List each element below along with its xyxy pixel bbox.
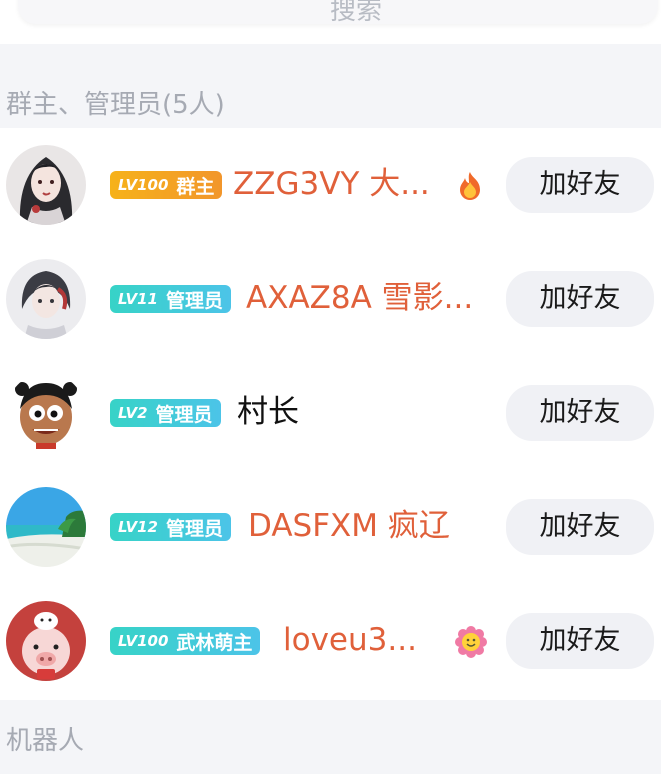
member-list: LV100 群主 ZZG3VY 大... 加好友 LV11 管理员 AXAZ8A… [0,128,661,700]
member-name: loveu3... [283,622,417,658]
level-badge: LV100 群主 [110,171,223,199]
role-label: 群主 [176,175,215,198]
avatar[interactable] [6,373,86,453]
section-title-admins: 群主、管理员(5人) [6,90,225,120]
add-friend-button[interactable]: 加好友 [506,271,654,327]
smiley-flower-icon [455,626,487,658]
role-label: 管理员 [165,517,223,540]
section-title-bots: 机器人 [6,726,85,756]
add-friend-button[interactable]: 加好友 [506,157,654,213]
search-label: 搜索 [330,0,383,26]
role-label: 武林萌主 [176,631,253,654]
member-row[interactable]: LV2 管理员 村长 加好友 [0,356,661,470]
member-name: AXAZ8A 雪影... [246,280,474,316]
avatar[interactable] [6,487,86,567]
member-row[interactable]: LV100 群主 ZZG3VY 大... 加好友 [0,128,661,242]
level-badge: LV12 管理员 [110,513,231,541]
member-row[interactable]: LV11 管理员 AXAZ8A 雪影... 加好友 [0,242,661,356]
role-label: 管理员 [155,403,213,426]
level-badge: LV100 武林萌主 [110,627,261,655]
level-label: LV100 [118,632,169,650]
member-name: DASFXM 疯辽 [248,508,450,544]
add-friend-button[interactable]: 加好友 [506,385,654,441]
member-name: ZZG3VY 大... [233,166,430,202]
level-badge: LV2 管理员 [110,399,221,427]
level-label: LV100 [118,176,169,194]
add-friend-button[interactable]: 加好友 [506,499,654,555]
level-label: LV11 [118,290,158,308]
member-name: 村长 [237,394,299,430]
add-friend-button[interactable]: 加好友 [506,613,654,669]
role-label: 管理员 [165,289,223,312]
avatar[interactable] [6,259,86,339]
search-area: 搜索 [0,0,661,44]
section-header-bots: 机器人 [0,708,661,764]
level-badge: LV11 管理员 [110,285,231,313]
fire-icon [460,172,480,200]
member-row[interactable]: LV100 武林萌主 loveu3... 加好友 [0,584,661,698]
section-header-admins: 群主、管理员(5人) [0,72,661,128]
avatar[interactable] [6,145,86,225]
level-label: LV2 [118,404,148,422]
level-label: LV12 [118,518,158,536]
avatar[interactable] [6,601,86,681]
member-row[interactable]: LV12 管理员 DASFXM 疯辽 加好友 [0,470,661,584]
